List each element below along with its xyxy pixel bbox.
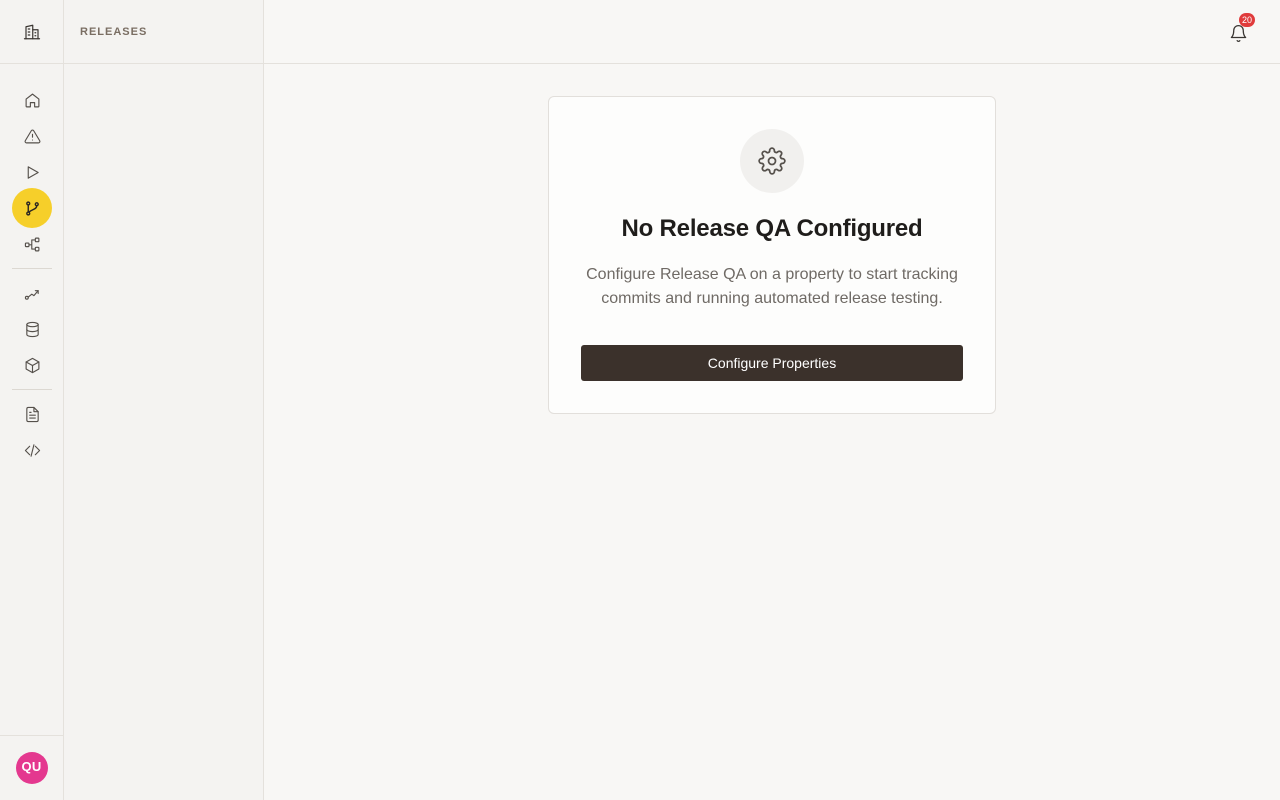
nav-releases[interactable]: [12, 188, 52, 228]
sidebar-header: RELEASES: [64, 0, 263, 64]
git-branch-icon: [25, 200, 39, 216]
app: QU RELEASES 20 No Release QA Configured: [0, 0, 1280, 800]
workflow-icon: [24, 237, 39, 251]
nav-packages[interactable]: [12, 345, 52, 385]
nav-runs[interactable]: [12, 152, 52, 192]
alert-triangle-icon: [24, 129, 40, 143]
file-text-icon: [25, 406, 39, 422]
database-icon: [25, 321, 39, 337]
rail-footer: QU: [0, 735, 63, 800]
main-content: No Release QA Configured Configure Relea…: [264, 64, 1280, 800]
code-icon: [24, 443, 40, 457]
rail-divider: [12, 389, 52, 390]
notifications-button[interactable]: 20: [1226, 13, 1256, 45]
notification-count-badge: 20: [1239, 13, 1256, 27]
releases-sidebar: RELEASES: [64, 0, 264, 800]
icon-rail: QU: [0, 0, 64, 800]
nav-workflows[interactable]: [12, 224, 52, 264]
sidebar-title: RELEASES: [80, 25, 148, 38]
configure-properties-button[interactable]: Configure Properties: [581, 345, 963, 381]
route-icon: [24, 289, 39, 300]
nav-docs[interactable]: [12, 394, 52, 434]
nav-flows[interactable]: [12, 273, 52, 313]
nav-home[interactable]: [12, 80, 52, 120]
play-icon: [27, 165, 39, 179]
empty-state-title: No Release QA Configured: [621, 215, 923, 242]
gear-icon: [758, 147, 786, 175]
avatar[interactable]: QU: [15, 752, 48, 784]
empty-state-icon-wrapper: [740, 129, 804, 193]
empty-state-card: No Release QA Configured Configure Relea…: [548, 96, 996, 414]
building-icon: [23, 24, 40, 39]
workspace-logo[interactable]: [0, 0, 63, 64]
package-icon: [25, 357, 39, 373]
empty-state-description: Configure Release QA on a property to st…: [586, 266, 958, 307]
nav-issues[interactable]: [12, 116, 52, 156]
top-bar: 20: [264, 0, 1280, 64]
rail-divider: [12, 268, 52, 269]
home-icon: [25, 93, 39, 107]
nav-code[interactable]: [12, 430, 52, 470]
nav-data[interactable]: [12, 309, 52, 349]
